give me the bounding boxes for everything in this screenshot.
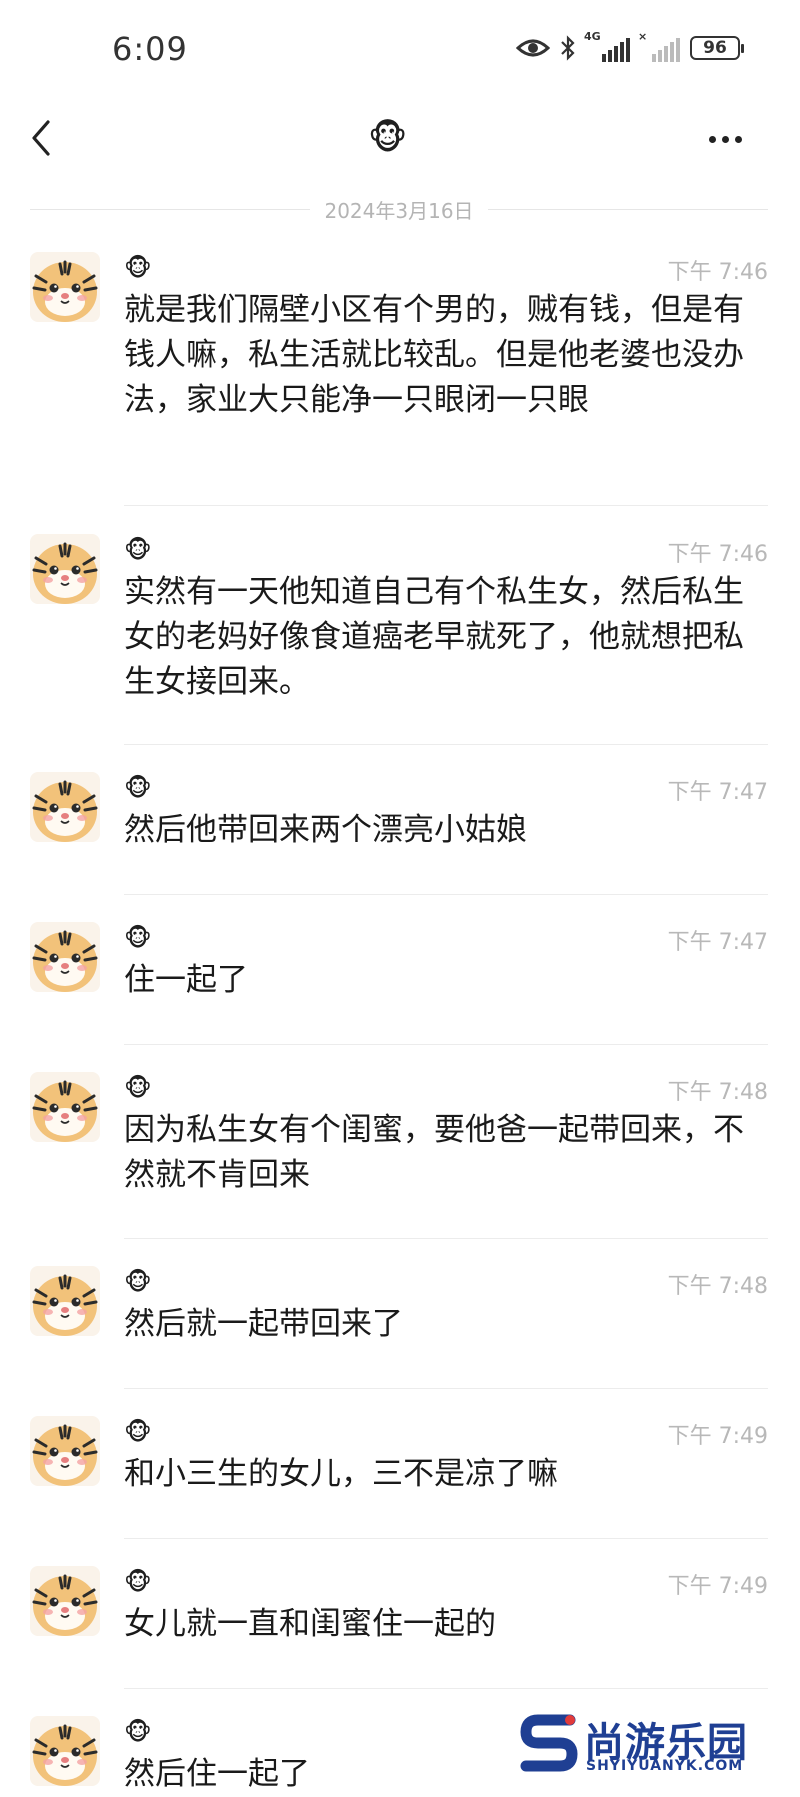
tiger-avatar-icon[interactable] bbox=[30, 1266, 100, 1336]
sender-name: 🐵 bbox=[124, 1074, 152, 1102]
chat-title: 🐵 bbox=[368, 118, 408, 158]
message-text: 女儿就一直和闺蜜住一起的 bbox=[124, 1606, 496, 1642]
message-time: 下午 7:49 bbox=[667, 1424, 768, 1449]
back-chevron-icon[interactable] bbox=[26, 116, 60, 160]
message-text: 实然有一天他知道自己有个私生女，然后私生女的老妈好像食道癌老早就死了，他就想把私… bbox=[124, 574, 744, 700]
message-text: 然后就一起带回来了 bbox=[124, 1306, 403, 1342]
chat-header: 🐵 bbox=[0, 100, 800, 184]
sender-name: 🐵 bbox=[124, 1268, 152, 1296]
divider bbox=[124, 1044, 768, 1045]
date-divider: 2024年3月16日 bbox=[30, 194, 769, 224]
sender-name: 🐵 bbox=[124, 774, 152, 802]
watermark-url: SHYIYUANYK.COM bbox=[586, 1758, 744, 1774]
watermark-logo-icon bbox=[520, 1714, 578, 1772]
message-text: 就是我们隔壁小区有个男的，贼有钱，但是有钱人嘛，私生活就比较乱。但是他老婆也没办… bbox=[124, 292, 744, 418]
tiger-avatar-icon[interactable] bbox=[30, 1416, 100, 1486]
tiger-avatar-icon[interactable] bbox=[30, 1072, 100, 1142]
message-time: 下午 7:47 bbox=[667, 780, 768, 805]
message-text: 然后他带回来两个漂亮小姑娘 bbox=[124, 812, 527, 848]
sender-name: 🐵 bbox=[124, 924, 152, 952]
sender-name: 🐵 bbox=[124, 1568, 152, 1596]
tiger-avatar-icon[interactable] bbox=[30, 252, 100, 322]
tiger-avatar-icon[interactable] bbox=[30, 534, 100, 604]
sender-name: 🐵 bbox=[124, 1418, 152, 1446]
sender-name: 🐵 bbox=[124, 1718, 152, 1746]
message-time: 下午 7:48 bbox=[667, 1080, 768, 1105]
message-time: 下午 7:46 bbox=[667, 260, 768, 285]
divider bbox=[124, 1388, 768, 1389]
divider bbox=[124, 1238, 768, 1239]
battery-icon: 96 bbox=[690, 36, 744, 60]
site-watermark: 尚游乐园 SHYIYUANYK.COM bbox=[520, 1708, 800, 1780]
signal-nosim-icon: × bbox=[638, 30, 680, 62]
signal-4g-icon: 4G bbox=[584, 30, 630, 62]
message-text: 和小三生的女儿，三不是凉了嘛 bbox=[124, 1456, 558, 1492]
divider bbox=[124, 505, 768, 506]
message-time: 下午 7:49 bbox=[667, 1574, 768, 1599]
divider bbox=[124, 894, 768, 895]
message-text: 因为私生女有个闺蜜，要他爸一起带回来，不然就不肯回来 bbox=[124, 1112, 744, 1193]
tiger-avatar-icon[interactable] bbox=[30, 772, 100, 842]
sender-name: 🐵 bbox=[124, 536, 152, 564]
tiger-avatar-icon[interactable] bbox=[30, 1566, 100, 1636]
eye-icon bbox=[516, 39, 550, 57]
status-time: 6:09 bbox=[112, 30, 188, 68]
more-options-icon[interactable] bbox=[709, 136, 742, 143]
bluetooth-icon bbox=[561, 35, 575, 61]
sender-name: 🐵 bbox=[124, 254, 152, 282]
tiger-avatar-icon[interactable] bbox=[30, 922, 100, 992]
message-text: 住一起了 bbox=[124, 962, 248, 998]
date-label: 2024年3月16日 bbox=[324, 198, 474, 223]
status-bar: 6:09 4G × 96 bbox=[0, 0, 800, 100]
divider bbox=[124, 1538, 768, 1539]
message-time: 下午 7:48 bbox=[667, 1274, 768, 1299]
message-time: 下午 7:47 bbox=[667, 930, 768, 955]
divider bbox=[124, 1688, 768, 1689]
tiger-avatar-icon[interactable] bbox=[30, 1716, 100, 1786]
status-icons: 4G × 96 bbox=[516, 30, 744, 62]
divider bbox=[124, 744, 768, 745]
message-time: 下午 7:46 bbox=[667, 542, 768, 567]
